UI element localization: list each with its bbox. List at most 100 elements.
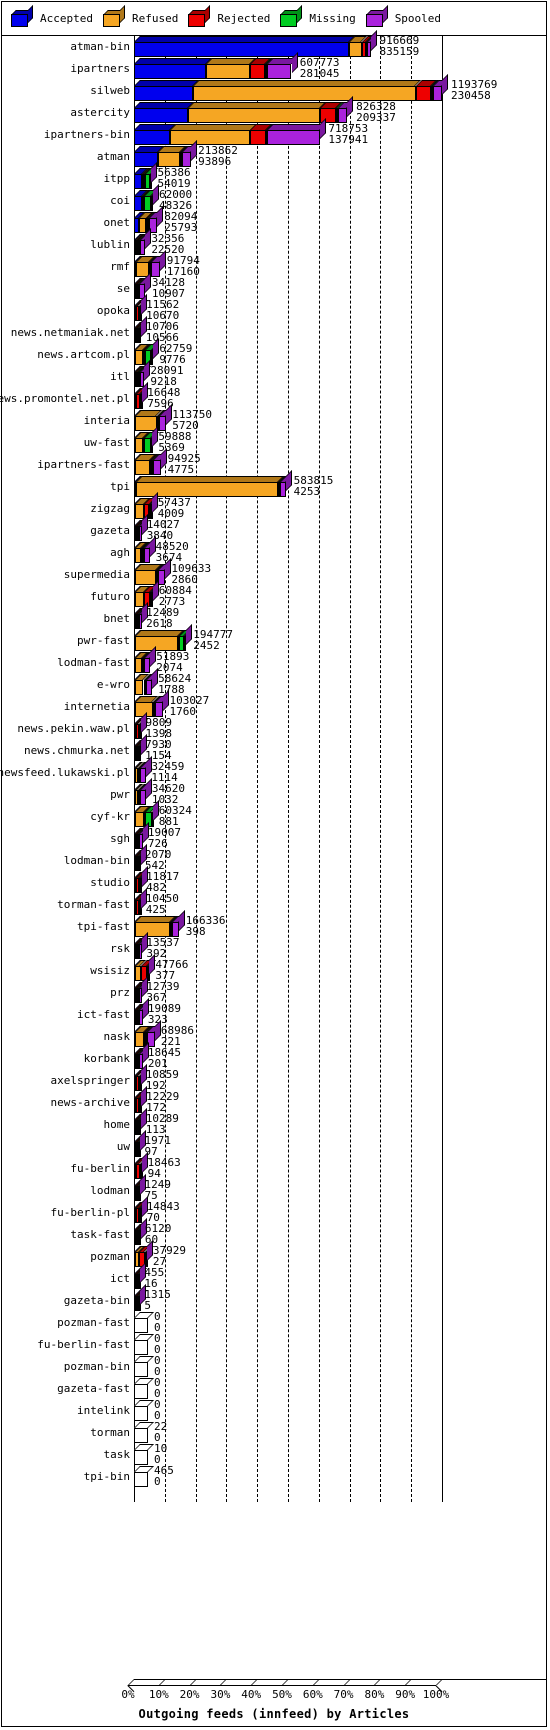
stacked-bar[interactable] <box>134 162 159 189</box>
stacked-bar[interactable] <box>134 910 186 937</box>
stacked-bar[interactable] <box>134 1020 161 1047</box>
bar-row: ict-fast 19089 323 <box>1 998 547 1026</box>
stacked-bar[interactable] <box>134 1130 148 1157</box>
value-accepted: 230458 <box>451 89 491 102</box>
stacked-bar[interactable] <box>134 118 327 145</box>
row-label: news.netmaniak.net <box>10 326 130 339</box>
stacked-bar[interactable] <box>134 74 448 101</box>
legend-label-missing: Missing <box>309 11 356 25</box>
stacked-bar[interactable] <box>134 1218 147 1245</box>
bar-value-labels: 94925 4775 <box>168 453 201 475</box>
stacked-bar[interactable] <box>134 602 148 629</box>
bar-row: news.chmurka.net 7930 1154 <box>1 734 547 762</box>
row-label: task-fast <box>70 1228 130 1241</box>
stacked-bar[interactable] <box>134 140 197 167</box>
legend-item-refused: Refused <box>93 1 178 35</box>
bar-value-labels: 14027 3840 <box>147 519 180 541</box>
stacked-bar[interactable] <box>134 866 149 893</box>
bar-row: lodman-fast 51893 2074 <box>1 646 547 674</box>
row-label: home <box>103 1118 131 1131</box>
stacked-bar[interactable] <box>134 96 354 123</box>
empty-bar-slot <box>134 1384 148 1399</box>
bar-value-labels: 58624 1788 <box>158 673 191 695</box>
stacked-bar[interactable] <box>134 316 147 343</box>
stacked-bar[interactable] <box>134 206 163 233</box>
stacked-bar[interactable] <box>134 272 152 299</box>
bar-row: itpp 56386 54019 <box>1 162 547 190</box>
bar-row: news.artcom.pl 62759 9776 <box>1 338 547 366</box>
stacked-bar[interactable] <box>134 426 160 453</box>
stacked-bar[interactable] <box>134 382 150 409</box>
stacked-bar[interactable] <box>134 756 152 783</box>
stacked-bar[interactable] <box>134 1064 149 1091</box>
bar-row: rsk 13537 392 <box>1 932 547 960</box>
row-label: prz <box>110 986 130 999</box>
stacked-bar[interactable] <box>134 1042 149 1069</box>
bar-value-labels: 10 0 <box>154 1443 167 1465</box>
row-label: studio <box>90 876 130 889</box>
stacked-bar[interactable] <box>134 184 160 211</box>
bar-value-labels: 68986 221 <box>161 1025 194 1047</box>
stacked-bar[interactable] <box>134 712 148 739</box>
stacked-bar[interactable] <box>134 1262 147 1289</box>
stacked-bar[interactable] <box>134 888 149 915</box>
stacked-bar[interactable] <box>134 646 157 673</box>
stacked-bar[interactable] <box>134 778 153 805</box>
stacked-bar[interactable] <box>134 30 377 57</box>
legend-item-rejected: Rejected <box>178 1 270 35</box>
row-label: korbank <box>83 1052 130 1065</box>
stacked-bar[interactable] <box>134 822 149 849</box>
bar-segment-spooled <box>158 416 166 431</box>
row-label: tpi <box>110 480 130 493</box>
empty-bar-slot <box>134 1362 148 1377</box>
stacked-bar[interactable] <box>134 404 172 431</box>
stacked-bar[interactable] <box>134 976 148 1003</box>
stacked-bar[interactable] <box>134 1108 148 1135</box>
bar-value-labels: 14843 70 <box>147 1201 180 1223</box>
stacked-bar[interactable] <box>134 52 298 79</box>
stacked-bar[interactable] <box>134 1152 150 1179</box>
stacked-bar[interactable] <box>134 668 159 695</box>
stacked-bar[interactable] <box>134 690 170 717</box>
stacked-bar[interactable] <box>134 932 148 959</box>
row-label: wsisiz <box>90 964 130 977</box>
row-label: pwr <box>110 788 130 801</box>
stacked-bar[interactable] <box>134 1086 149 1113</box>
stacked-bar[interactable] <box>134 228 152 255</box>
bar-segment-missing <box>144 438 152 453</box>
stacked-bar[interactable] <box>134 1196 149 1223</box>
row-label: e-wro <box>96 678 130 691</box>
bar-row: cyf-kr 60324 881 <box>1 800 547 828</box>
stacked-bar[interactable] <box>134 294 148 321</box>
bar-value-labels: 19089 323 <box>148 1003 181 1025</box>
stacked-bar[interactable] <box>134 514 148 541</box>
bar-value-labels: 00 <box>154 1333 161 1355</box>
stacked-bar[interactable] <box>134 998 149 1025</box>
x-axis-title: Outgoing feeds (innfeed) by Articles <box>138 1707 410 1721</box>
stacked-bar[interactable] <box>134 360 151 387</box>
stacked-bar[interactable] <box>134 448 168 475</box>
stacked-bar[interactable] <box>134 1174 148 1201</box>
bar-segment-rejected <box>415 86 432 101</box>
stacked-bar[interactable] <box>134 734 147 761</box>
stacked-bar[interactable] <box>134 1284 147 1311</box>
bar-value-labels: 37929 27 <box>153 1245 186 1267</box>
bar-value-labels: 11817 482 <box>146 871 179 893</box>
stacked-bar[interactable] <box>134 250 166 277</box>
legend-label-refused: Refused <box>131 11 179 25</box>
stacked-bar[interactable] <box>134 844 147 871</box>
stacked-bar[interactable] <box>134 624 193 651</box>
bar-segment-accepted <box>134 130 170 145</box>
bar-value-labels: 916669 835159 <box>380 35 420 57</box>
bar-row: news.pekin.waw.pl 9809 1398 <box>1 712 547 740</box>
stacked-bar[interactable] <box>134 536 156 563</box>
bar-row: lodman-bin 2070 542 <box>1 844 547 872</box>
bar-row: atman 213862 93896 <box>1 140 547 168</box>
bar-value-labels: 1249 75 <box>145 1179 172 1201</box>
bar-row: sgh 19007 726 <box>1 822 547 850</box>
bar-row: tpi-bin 465 0 <box>1 1465 547 1488</box>
bar-row: atman-bin 916669 835159 <box>1 30 547 58</box>
bar-row: coi 62000 48326 <box>1 184 547 212</box>
value-accepted: 137941 <box>328 133 369 146</box>
legend-swatch-rejected-icon <box>188 4 211 27</box>
